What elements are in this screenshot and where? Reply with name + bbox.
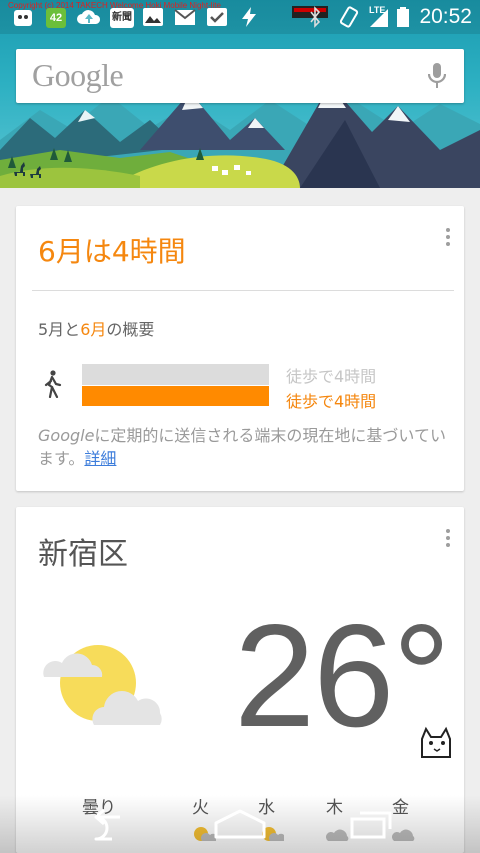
ghost-app-icon[interactable]: [12, 6, 34, 28]
cloud-upload-icon[interactable]: [76, 6, 102, 28]
gallery-app-icon[interactable]: [142, 6, 164, 28]
notification-count-badge[interactable]: 42: [46, 8, 66, 28]
details-link[interactable]: 詳細: [84, 449, 116, 468]
flash-icon[interactable]: [238, 6, 260, 28]
previous-month-label: 徒歩で4時間: [286, 367, 377, 386]
google-search-bar[interactable]: Google: [16, 49, 464, 103]
activity-summary-card[interactable]: 6月は4時間 5月と6月の概要 徒歩で4時間 徒歩で4時間 Googleに定期的…: [16, 206, 464, 491]
overview-suffix: の概要: [106, 320, 155, 339]
cat-mascot-icon: [421, 726, 451, 758]
clock: 20:52: [419, 5, 472, 28]
back-button[interactable]: [76, 803, 136, 845]
battery-icon: [397, 7, 409, 27]
card-title: 6月は4時間: [38, 235, 186, 268]
walking-person-icon: [44, 370, 62, 398]
partly-cloudy-icon: [43, 645, 162, 725]
recent-apps-button[interactable]: [342, 803, 402, 845]
overview-highlight: 6月: [80, 320, 107, 339]
bluetooth-icon: [310, 6, 321, 28]
weather-menu-icon[interactable]: [442, 529, 454, 551]
status-bar: Copyright (c) 2014 TAKECH Welcome Hoki M…: [0, 0, 480, 34]
google-logo: Google: [32, 57, 124, 93]
signal-strength-icon: [370, 9, 388, 27]
current-month-bar: [82, 386, 269, 406]
rotate-screen-icon: [339, 6, 359, 28]
card-divider: [32, 290, 454, 291]
navigation-bar: [0, 795, 480, 853]
overview-prefix: 5月と: [38, 320, 81, 339]
card-menu-icon[interactable]: [442, 228, 454, 250]
gmail-icon[interactable]: [174, 6, 196, 28]
note-brand: Google: [38, 426, 95, 445]
news-app-icon[interactable]: 新聞: [110, 8, 134, 28]
microphone-icon[interactable]: [428, 62, 446, 90]
home-button[interactable]: [210, 803, 270, 845]
previous-month-bar: [82, 364, 269, 385]
current-month-label: 徒歩で4時間: [286, 392, 377, 411]
task-check-icon[interactable]: [206, 6, 228, 28]
weather-location: 新宿区: [38, 537, 128, 572]
monthly-overview-label: 5月と6月の概要: [38, 316, 154, 340]
location-note: Googleに定期的に送信される端末の現在地に基づいています。詳細: [38, 424, 448, 470]
